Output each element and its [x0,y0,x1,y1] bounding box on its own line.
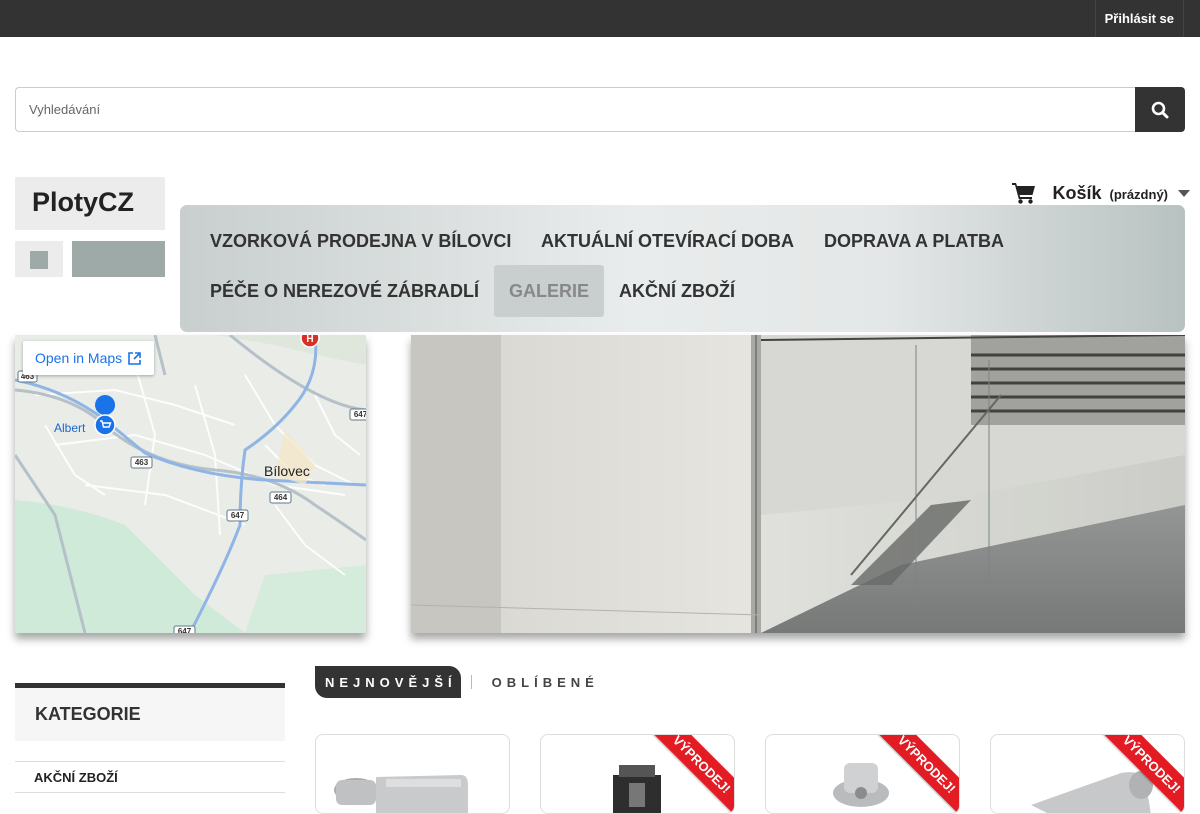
glass-railing-photo [411,335,1185,633]
svg-text:647: 647 [231,511,245,520]
open-in-maps-button[interactable]: Open in Maps [23,341,154,375]
chevron-down-icon [1178,189,1190,197]
nav-item-shipping[interactable]: DOPRAVA A PLATBA [809,215,1019,267]
nav-item-showroom[interactable]: VZORKOVÁ PRODEJNA V BÍLOVCI [195,215,526,267]
tab-divider [470,675,472,689]
product-image [334,775,468,813]
main-nav: VZORKOVÁ PRODEJNA V BÍLOVCI AKTUÁLNÍ OTE… [180,205,1185,332]
top-bar: Přihlásit se [0,0,1200,37]
svg-text:647: 647 [354,410,366,419]
map-place-albert: Albert [54,421,86,435]
logo-box: PlotyCZ [15,177,165,230]
product-card[interactable]: VÝPRODEJ! [990,734,1185,814]
external-link-icon [128,351,141,365]
map-place-town: Bílovec [264,463,310,479]
site-logo[interactable]: PlotyCZ [15,177,165,277]
nav-item-sale[interactable]: AKČNÍ ZBOŽÍ [604,265,750,317]
product-card[interactable] [315,734,510,814]
cart-label: Košík [1052,182,1102,203]
logo-text: PlotyCZ [32,187,135,217]
svg-text:464: 464 [274,493,288,502]
login-link[interactable]: Přihlásit se [1094,0,1184,37]
svg-text:463: 463 [135,458,149,467]
svg-text:H: H [306,335,313,345]
svg-text:647: 647 [178,627,192,633]
logo-square [15,241,63,277]
search-button[interactable] [1135,87,1185,132]
map-canvas: 463 463 464 647 647 647 Albert Bílovec H [15,335,366,633]
search-bar [15,87,1185,132]
gallery-slider-image[interactable] [411,335,1185,633]
logo-bar [72,241,165,277]
search-icon [1151,101,1169,118]
nav-item-gallery[interactable]: GALERIE [494,265,605,317]
product-tabs: NEJNOVĚJŠÍ OBLÍBENÉ [315,666,609,698]
cart-icon [1012,183,1036,204]
nav-item-care[interactable]: PÉČE O NEREZOVÉ ZÁBRADLÍ [195,265,494,317]
cart[interactable]: Košík (prázdný) [1012,178,1190,208]
product-card[interactable]: VÝPRODEJ! [540,734,735,814]
nav-item-opening-hours[interactable]: AKTUÁLNÍ OTEVÍRACÍ DOBA [526,215,809,267]
category-heading: KATEGORIE [15,683,285,741]
open-in-maps-label: Open in Maps [35,350,123,366]
category-item-sale[interactable]: AKČNÍ ZBOŽÍ [15,761,285,793]
map-embed[interactable]: 463 463 464 647 647 647 Albert Bílovec H… [15,335,366,633]
tab-newest[interactable]: NEJNOVĚJŠÍ [315,666,461,698]
nav-row: VZORKOVÁ PRODEJNA V BÍLOVCI AKTUÁLNÍ OTE… [195,215,1170,265]
nav-row: PÉČE O NEREZOVÉ ZÁBRADLÍ GALERIE AKČNÍ Z… [195,265,1170,317]
search-input[interactable] [15,87,1136,132]
cart-status: (prázdný) [1109,187,1169,202]
tab-popular[interactable]: OBLÍBENÉ [482,666,609,698]
map-marker-hospital: H [300,335,320,348]
product-card[interactable]: VÝPRODEJ! [765,734,960,814]
category-sidebar: KATEGORIE AKČNÍ ZBOŽÍ [15,683,285,793]
